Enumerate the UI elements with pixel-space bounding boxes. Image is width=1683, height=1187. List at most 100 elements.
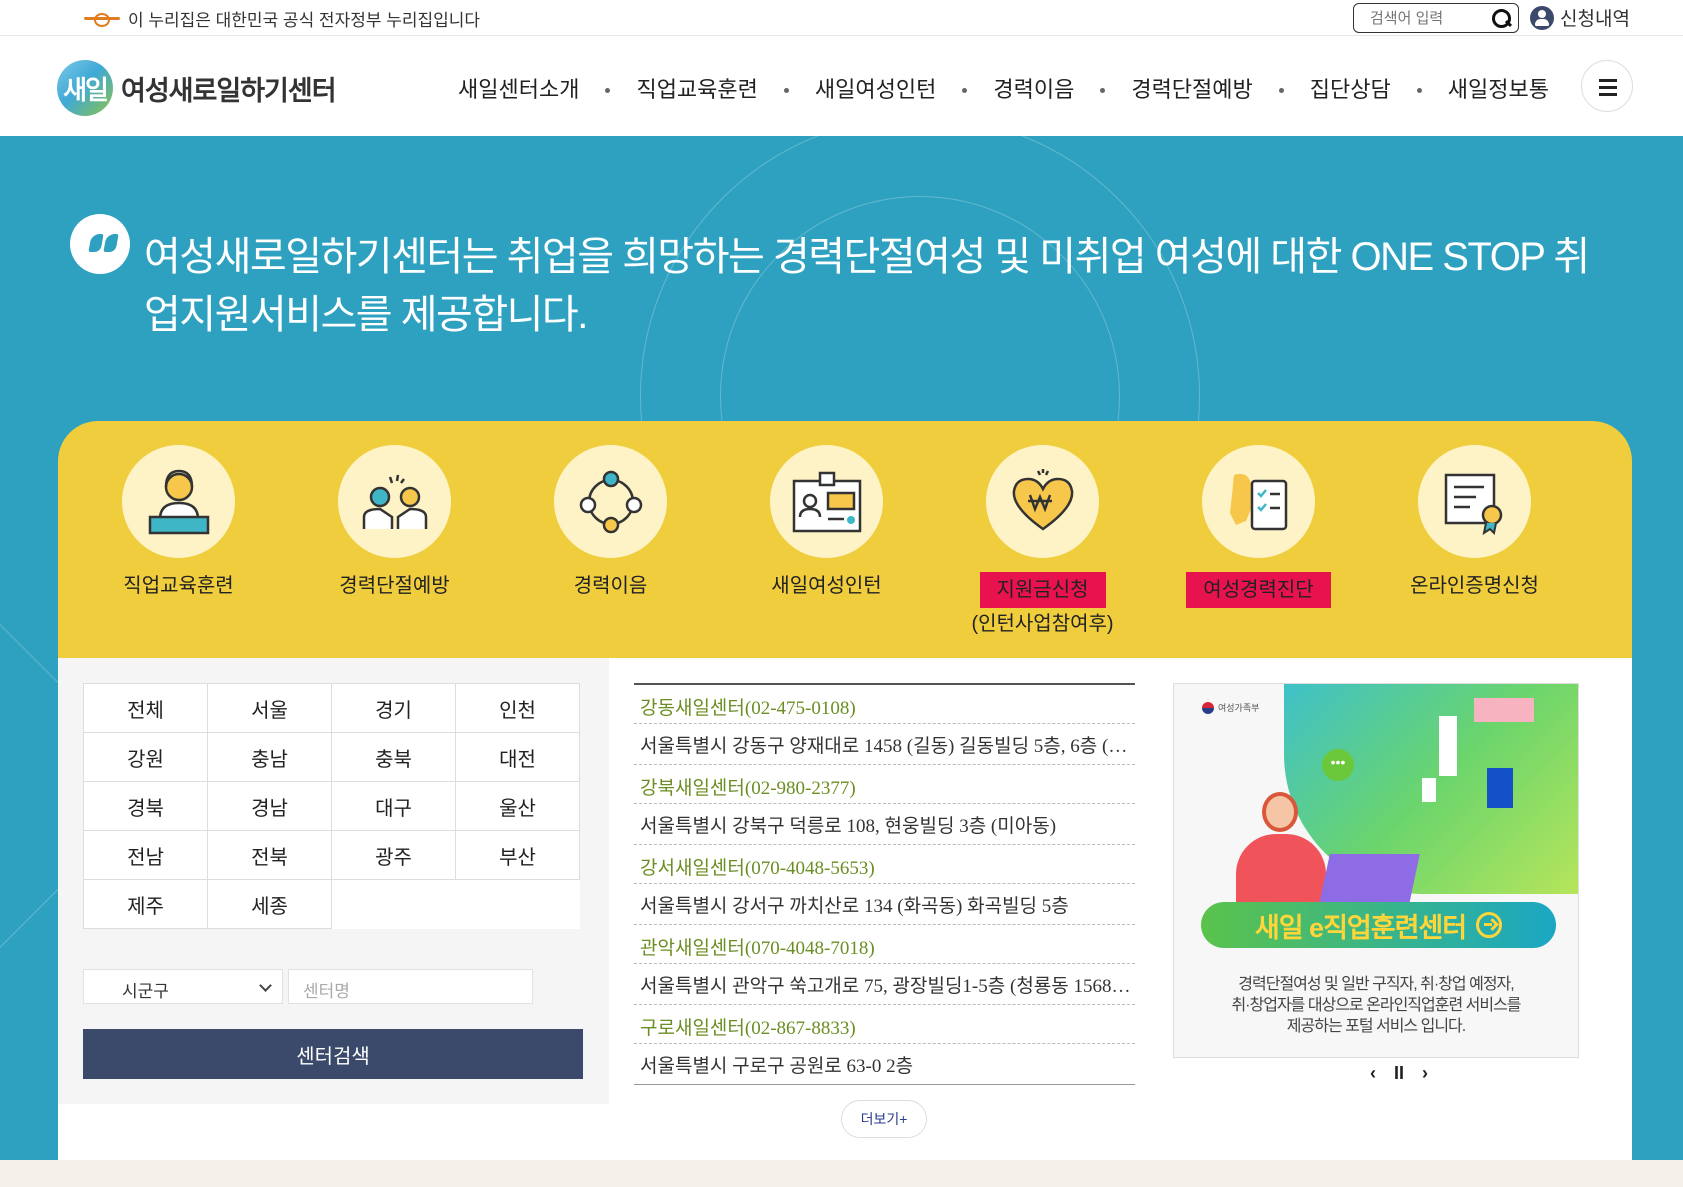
lower-content: 전체 서울 경기 인천 강원 충남 충북 대전 경북 경남 대구 울산 전남 전… bbox=[58, 658, 1632, 1160]
map-checklist-icon bbox=[1202, 445, 1315, 558]
center-name-link[interactable]: 구로새일센터(02-867-8833) bbox=[634, 1005, 1135, 1043]
id-card-icon bbox=[770, 445, 883, 558]
service-shortcuts: 직업교육훈련 경력단절예방 경력이음 새일여성인턴 지원금신청 (인턴사업참여후… bbox=[58, 421, 1632, 658]
region-button[interactable]: 전북 bbox=[208, 831, 332, 880]
search-input[interactable] bbox=[1370, 5, 1490, 31]
region-button[interactable]: 부산 bbox=[456, 831, 580, 880]
slider-pause-icon[interactable]: II bbox=[1394, 1063, 1404, 1084]
site-logo[interactable]: 새일 여성새로일하기센터 bbox=[57, 60, 337, 116]
nav-separator bbox=[605, 87, 611, 93]
region-button[interactable]: 전체 bbox=[84, 684, 208, 733]
center-address: 서울특별시 관악구 쑥고개로 75, 광장빌딩1-5층 (청룡동 1568-12… bbox=[640, 976, 1135, 997]
banner-desc-line: 취·창업자를 대상으로 온라인직업훈련 서비스를 bbox=[1231, 997, 1521, 1014]
center-address: 서울특별시 강북구 덕릉로 108, 현웅빌딩 3층 (미아동) bbox=[640, 816, 1057, 837]
gov-logo-icon bbox=[84, 12, 120, 27]
center-name-link[interactable]: 강북새일센터(02-980-2377) bbox=[634, 765, 1135, 803]
laptop-illustration bbox=[1318, 854, 1420, 909]
region-button[interactable]: 경기 bbox=[332, 684, 456, 733]
banner-slider-controls: ‹ II › bbox=[1370, 1063, 1428, 1084]
region-button[interactable]: 대구 bbox=[332, 782, 456, 831]
region-button[interactable]: 세종 bbox=[208, 880, 332, 929]
banner-decoration bbox=[1422, 778, 1436, 802]
center-address: 서울특별시 강동구 양재대로 1458 (길동) 길동빌딩 5층, 6층 (길동… bbox=[640, 736, 1135, 757]
region-button[interactable]: 경남 bbox=[208, 782, 332, 831]
district-select[interactable]: 시군구 bbox=[83, 969, 283, 1004]
list-item: 관악새일센터(070-4048-7018) bbox=[634, 925, 1135, 964]
list-item: 서울특별시 강서구 까치산로 134 (화곡동) 화곡빌딩 5층 bbox=[634, 884, 1135, 925]
hamburger-menu-icon[interactable] bbox=[1581, 60, 1633, 112]
slider-next-icon[interactable]: › bbox=[1422, 1063, 1428, 1084]
list-item: 구로새일센터(02-867-8833) bbox=[634, 1005, 1135, 1044]
region-button[interactable]: 충남 bbox=[208, 733, 332, 782]
center-search-button[interactable]: 센터검색 bbox=[83, 1029, 583, 1079]
region-button[interactable]: 제주 bbox=[84, 880, 208, 929]
more-button[interactable]: 더보기+ bbox=[841, 1100, 927, 1138]
banner-title: 새일 e직업훈련센터 bbox=[1201, 902, 1556, 948]
region-button[interactable]: 강원 bbox=[84, 733, 208, 782]
nav-item-intro[interactable]: 새일센터소개 bbox=[458, 72, 579, 104]
quote-icon bbox=[70, 214, 130, 274]
district-select-value: 시군구 bbox=[122, 982, 169, 1001]
center-address: 서울특별시 구로구 공원로 63-0 2층 bbox=[640, 1056, 914, 1077]
service-prevention[interactable]: 경력단절예방 bbox=[286, 445, 503, 600]
nav-item-training[interactable]: 직업교육훈련 bbox=[636, 72, 757, 104]
center-address: 서울특별시 강서구 까치산로 134 (화곡동) 화곡빌딩 5층 bbox=[640, 896, 1069, 917]
search-icon[interactable] bbox=[1490, 8, 1512, 30]
apply-history-link[interactable]: 신청내역 bbox=[1530, 4, 1630, 31]
nav-item-career-link[interactable]: 경력이음 bbox=[993, 72, 1074, 104]
nav-separator bbox=[1278, 87, 1284, 93]
region-search-panel: 전체 서울 경기 인천 강원 충남 충북 대전 경북 경남 대구 울산 전남 전… bbox=[58, 658, 609, 1104]
service-career-diagnosis[interactable]: 여성경력진단 bbox=[1150, 445, 1367, 608]
slider-prev-icon[interactable]: ‹ bbox=[1370, 1063, 1376, 1084]
service-label: 경력이음 bbox=[573, 575, 648, 597]
nav-item-prevention[interactable]: 경력단절예방 bbox=[1131, 72, 1252, 104]
service-label: 직업교육훈련 bbox=[123, 575, 234, 597]
region-button[interactable]: 광주 bbox=[332, 831, 456, 880]
banner-title-text: 새일 e직업훈련센터 bbox=[1254, 912, 1467, 943]
people-icon bbox=[338, 445, 451, 558]
service-label: 지원금신청 bbox=[934, 572, 1151, 608]
list-item: 강동새일센터(02-475-0108) bbox=[634, 685, 1135, 724]
service-certificate[interactable]: 온라인증명신청 bbox=[1366, 445, 1583, 600]
banner-desc-line: 제공하는 포털 서비스 입니다. bbox=[1286, 1018, 1466, 1035]
center-name-link[interactable]: 강동새일센터(02-475-0108) bbox=[634, 685, 1135, 723]
banner-description: 경력단절여성 및 일반 구직자, 취·창업 예정자, 취·창업자를 대상으로 온… bbox=[1174, 974, 1578, 1037]
region-grid: 전체 서울 경기 인천 강원 충남 충북 대전 경북 경남 대구 울산 전남 전… bbox=[83, 683, 580, 929]
center-name-link[interactable]: 관악새일센터(070-4048-7018) bbox=[634, 925, 1135, 963]
region-button[interactable]: 울산 bbox=[456, 782, 580, 831]
region-button[interactable]: 서울 bbox=[208, 684, 332, 733]
site-header: 새일 여성새로일하기센터 새일센터소개 직업교육훈련 새일여성인턴 경력이음 경… bbox=[0, 36, 1683, 136]
service-career-link[interactable]: 경력이음 bbox=[502, 445, 719, 600]
service-label: 여성경력진단 bbox=[1150, 572, 1367, 608]
user-icon bbox=[1530, 5, 1554, 30]
region-button[interactable]: 충북 bbox=[332, 733, 456, 782]
list-item: 서울특별시 강북구 덕릉로 108, 현웅빌딩 3층 (미아동) bbox=[634, 804, 1135, 845]
list-item: 서울특별시 강동구 양재대로 1458 (길동) 길동빌딩 5층, 6층 (길동… bbox=[634, 724, 1135, 765]
apply-history-label: 신청내역 bbox=[1560, 9, 1630, 30]
gov-notice-bar: 이 누리집은 대한민국 공식 전자정부 누리집입니다 신청내역 bbox=[0, 0, 1683, 36]
service-training[interactable]: 직업교육훈련 bbox=[70, 445, 287, 600]
list-item: 서울특별시 구로구 공원로 63-0 2층 bbox=[634, 1044, 1135, 1085]
gov-notice-text: 이 누리집은 대한민국 공식 전자정부 누리집입니다 bbox=[128, 11, 481, 30]
region-button[interactable]: 대전 bbox=[456, 733, 580, 782]
service-intern[interactable]: 새일여성인턴 bbox=[718, 445, 935, 600]
nav-item-info[interactable]: 새일정보통 bbox=[1448, 72, 1549, 104]
list-item: 강서새일센터(070-4048-5653) bbox=[634, 845, 1135, 884]
e-training-banner[interactable]: 여성가족부 ••• 새일 e직업훈련센터 경력단절여성 및 일반 구직자, 취·… bbox=[1173, 683, 1579, 1058]
service-label: 경력단절예방 bbox=[339, 575, 450, 597]
main-nav: 새일센터소개 직업교육훈련 새일여성인턴 경력이음 경력단절예방 집단상담 새일… bbox=[458, 72, 1549, 104]
teacher-icon bbox=[122, 445, 235, 558]
region-button[interactable]: 경북 bbox=[84, 782, 208, 831]
nav-item-intern[interactable]: 새일여성인턴 bbox=[815, 72, 936, 104]
region-button[interactable]: 인천 bbox=[456, 684, 580, 733]
nav-separator bbox=[962, 87, 968, 93]
logo-mark: 새일 bbox=[57, 60, 113, 116]
region-button[interactable]: 전남 bbox=[84, 831, 208, 880]
service-subsidy[interactable]: 지원금신청 (인턴사업참여후) bbox=[934, 445, 1151, 638]
center-name-link[interactable]: 강서새일센터(070-4048-5653) bbox=[634, 845, 1135, 883]
search-box bbox=[1353, 3, 1519, 33]
nav-separator bbox=[783, 87, 789, 93]
center-name-input[interactable]: 센터명 bbox=[288, 969, 533, 1004]
nav-item-group-counsel[interactable]: 집단상담 bbox=[1310, 72, 1391, 104]
nav-separator bbox=[1100, 87, 1106, 93]
